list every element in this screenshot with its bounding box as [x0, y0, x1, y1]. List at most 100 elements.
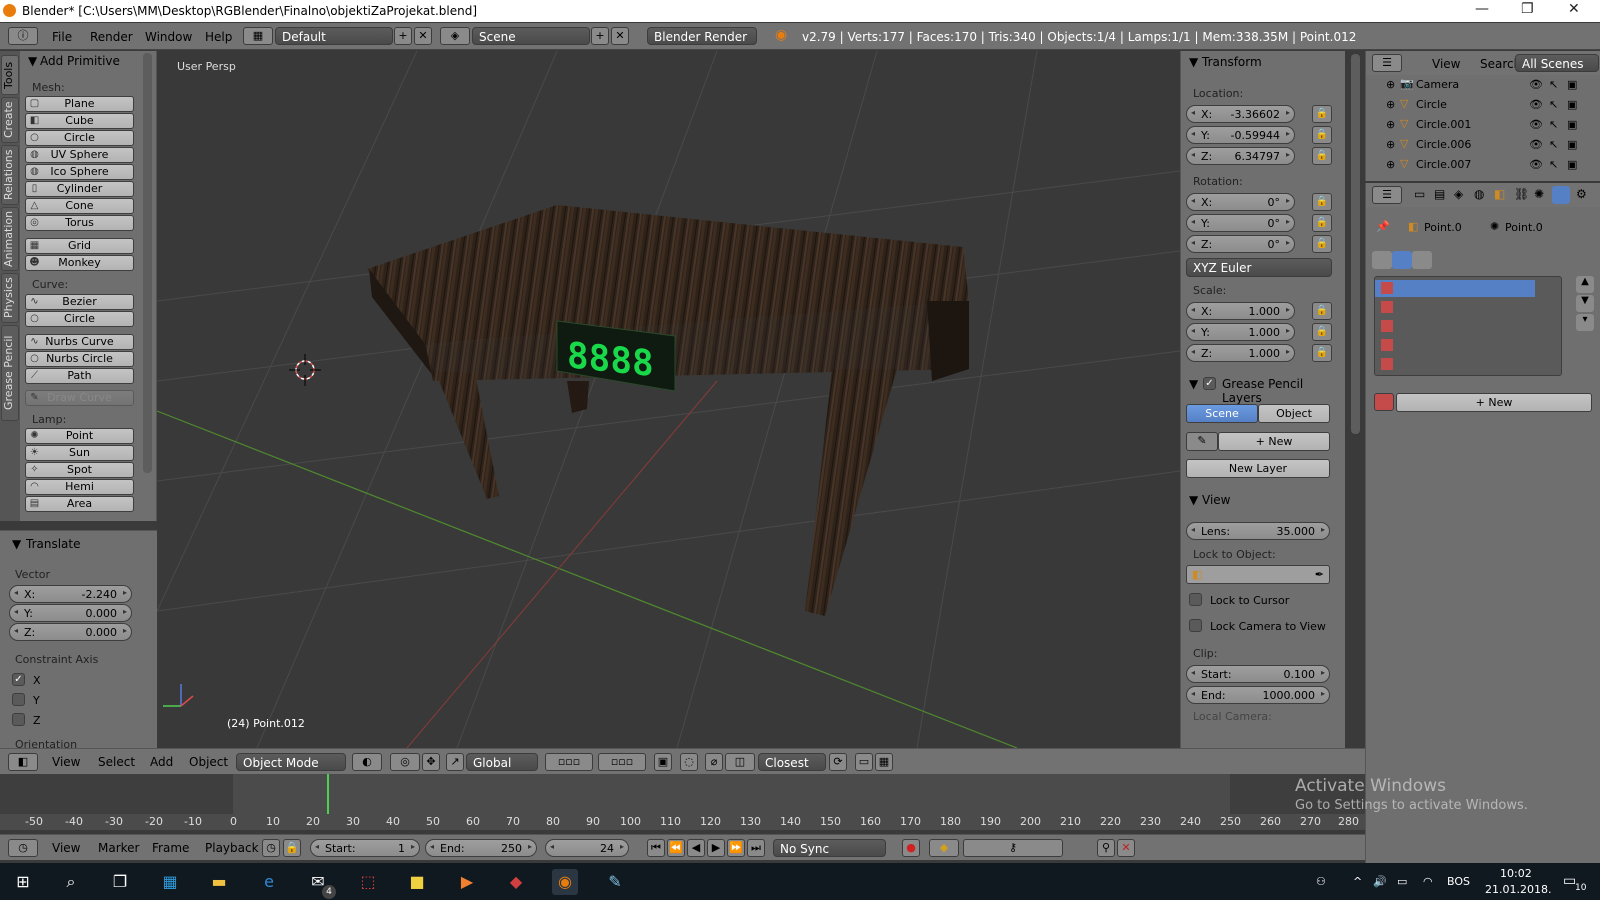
toolshelf-scrollbar[interactable] — [143, 53, 152, 473]
outliner-item[interactable]: ⊕ ▽ Circle 👁 ↖ ▣ — [1366, 95, 1600, 115]
add-layout-icon[interactable]: + — [394, 27, 412, 45]
gp-new-button[interactable]: + New — [1218, 432, 1330, 451]
texture-other-icon[interactable] — [1412, 251, 1432, 269]
lock-scale-z-icon[interactable]: 🔒 — [1312, 344, 1332, 362]
input-language[interactable]: BOS — [1447, 875, 1470, 888]
file-explorer-icon[interactable]: ▬ — [206, 869, 232, 895]
move-slot-down-icon[interactable]: ▼ — [1576, 295, 1594, 312]
transform-orientation-dropdown[interactable]: Global — [466, 753, 538, 771]
outliner-display-mode-dropdown[interactable]: All Scenes — [1515, 54, 1599, 72]
world-tab-icon[interactable]: ◍ — [1474, 187, 1484, 201]
battery-icon[interactable]: ▭ — [1397, 875, 1407, 888]
scale-x-field[interactable]: ◂ X: 1.000 ▸ — [1186, 302, 1295, 320]
add-scene-icon[interactable]: + — [591, 27, 609, 45]
lock-rotation-z-icon[interactable]: 🔒 — [1312, 235, 1332, 253]
3d-viewport[interactable]: 8888 User Persp (24) Point.012 — [157, 51, 1180, 748]
jump-keyframe-back-icon[interactable]: ⏪ — [667, 839, 685, 857]
select-arrow-icon[interactable]: ↖ — [1549, 78, 1558, 91]
visibility-eye-icon[interactable]: 👁 — [1529, 138, 1543, 151]
lock-scale-x-icon[interactable]: 🔒 — [1312, 302, 1332, 320]
expand-icon[interactable]: ⊕ — [1386, 78, 1395, 91]
translate-z-field[interactable]: ◂ Z: 0.000 ▸ — [9, 623, 132, 641]
scene-dropdown[interactable]: Scene — [472, 27, 590, 45]
clock-time[interactable]: 10:02 — [1500, 867, 1532, 880]
add-bezier-button[interactable]: ∿ Bezier — [25, 294, 134, 310]
snap-toggle-icon[interactable]: ⌀ — [705, 753, 723, 771]
add-primitive-collapse-icon[interactable]: ▼ — [28, 54, 37, 68]
proportional-edit-icon[interactable]: ◌ — [680, 753, 698, 771]
timeline-menu-view[interactable]: View — [52, 841, 80, 855]
sticky-notes-icon[interactable]: ■ — [404, 869, 430, 895]
viewport-menu-select[interactable]: Select — [98, 755, 135, 769]
delete-keyframe-icon[interactable]: ✕ — [1117, 839, 1135, 857]
translate-manipulator-icon[interactable]: ↗ — [446, 753, 464, 771]
expand-icon[interactable]: ⊕ — [1386, 158, 1395, 171]
visibility-eye-icon[interactable]: 👁 — [1529, 98, 1543, 111]
volume-icon[interactable]: 🔊 — [1373, 875, 1387, 888]
texture-slot-selected[interactable] — [1375, 280, 1535, 297]
add-cylinder-button[interactable]: ▯ Cylinder — [25, 181, 134, 197]
eyedropper-icon[interactable]: ✒ — [1315, 568, 1324, 581]
location-y-field[interactable]: ◂ Y: -0.59944 ▸ — [1186, 126, 1295, 144]
lock-layers-icon[interactable]: ▣ — [654, 753, 672, 771]
texture-tab-icon[interactable] — [1552, 186, 1570, 204]
lens-field[interactable]: ◂ Lens: 35.000 ▸ — [1186, 522, 1330, 540]
breadcrumb-lamp[interactable]: Point.0 — [1505, 221, 1543, 234]
viewport-shading-icon[interactable]: ◐ — [352, 753, 382, 771]
new-texture-button[interactable]: + New — [1396, 393, 1592, 412]
outliner-view-menu[interactable]: View — [1432, 57, 1460, 71]
add-torus-button[interactable]: ◎ Torus — [25, 215, 134, 231]
tab-tools[interactable]: Tools — [1, 55, 19, 95]
transform-collapse-icon[interactable]: ▼ — [1189, 55, 1198, 69]
current-frame-indicator[interactable] — [327, 774, 329, 814]
current-frame-field[interactable]: ◂ 24 ▸ — [545, 839, 629, 857]
render-icon[interactable]: ▣ — [1567, 138, 1577, 151]
screen-layout-icon[interactable]: ▦ — [243, 27, 273, 45]
jump-keyframe-forward-icon[interactable]: ⏩ — [727, 839, 745, 857]
lock-location-y-icon[interactable]: 🔒 — [1312, 126, 1332, 144]
opengl-render-icon[interactable]: ▭ — [855, 753, 873, 771]
add-path-button[interactable]: ⟋ Path — [25, 368, 134, 384]
rotation-x-field[interactable]: ◂ X: 0° ▸ — [1186, 193, 1295, 211]
layout-dropdown[interactable]: Default — [275, 27, 393, 45]
end-frame-field[interactable]: ◂ End: 250 ▸ — [425, 839, 537, 857]
gp-scene-toggle[interactable]: Scene — [1186, 404, 1258, 423]
tab-physics[interactable]: Physics — [1, 273, 19, 323]
expand-icon[interactable]: ⊕ — [1386, 138, 1395, 151]
texture-lamp-icon[interactable] — [1392, 251, 1412, 269]
snap-target-dropdown[interactable]: Closest — [758, 753, 826, 771]
texture-world-icon[interactable] — [1372, 251, 1392, 269]
pin-icon[interactable]: 📌 — [1376, 220, 1390, 233]
timeline-menu-frame[interactable]: Frame — [152, 841, 189, 855]
scale-y-field[interactable]: ◂ Y: 1.000 ▸ — [1186, 323, 1295, 341]
gp-datablock-icon[interactable]: ✎ — [1186, 432, 1218, 451]
grease-pencil-collapse-icon[interactable]: ▼ — [1189, 377, 1198, 391]
viewport-menu-add[interactable]: Add — [150, 755, 173, 769]
translate-y-field[interactable]: ◂ Y: 0.000 ▸ — [9, 604, 132, 622]
play-icon[interactable]: ▶ — [707, 839, 725, 857]
translate-x-field[interactable]: ◂ X: -2.240 ▸ — [9, 585, 132, 603]
add-hemi-lamp-button[interactable]: ◠ Hemi — [25, 479, 134, 495]
search-icon[interactable]: ⌕ — [58, 869, 84, 895]
view-collapse-icon[interactable]: ▼ — [1189, 493, 1198, 507]
pivot-point-icon[interactable]: ◎ — [390, 753, 420, 771]
render-icon[interactable]: ▣ — [1567, 98, 1577, 111]
scene-layers-2-icon[interactable]: ▫▫▫ — [598, 753, 646, 771]
sync-mode-dropdown[interactable]: No Sync — [773, 839, 886, 857]
add-cone-button[interactable]: △ Cone — [25, 198, 134, 214]
wifi-icon[interactable]: ◠ — [1423, 875, 1433, 888]
editor-type-info-icon[interactable]: ⓘ — [8, 27, 38, 45]
constraint-x-checkbox[interactable]: ✓ — [12, 673, 25, 686]
constraint-y-checkbox[interactable] — [12, 693, 25, 706]
properties-editor-icon[interactable]: ☰ — [1372, 186, 1402, 204]
clip-start-field[interactable]: ◂ Start: 0.100 ▸ — [1186, 665, 1330, 683]
preview-range-icon[interactable]: ◷ — [262, 839, 280, 857]
select-arrow-icon[interactable]: ↖ — [1549, 158, 1558, 171]
lock-location-x-icon[interactable]: 🔒 — [1312, 105, 1332, 123]
lock-location-z-icon[interactable]: 🔒 — [1312, 147, 1332, 165]
draw-curve-button[interactable]: ✎ Draw Curve — [25, 390, 134, 406]
lock-to-object-field[interactable]: ◧ ✒ — [1186, 565, 1330, 584]
add-nurbs-circle-button[interactable]: ○ Nurbs Circle — [25, 351, 134, 367]
texture-datablock-icon[interactable] — [1374, 393, 1394, 411]
add-nurbs-curve-button[interactable]: ∿ Nurbs Curve — [25, 334, 134, 350]
